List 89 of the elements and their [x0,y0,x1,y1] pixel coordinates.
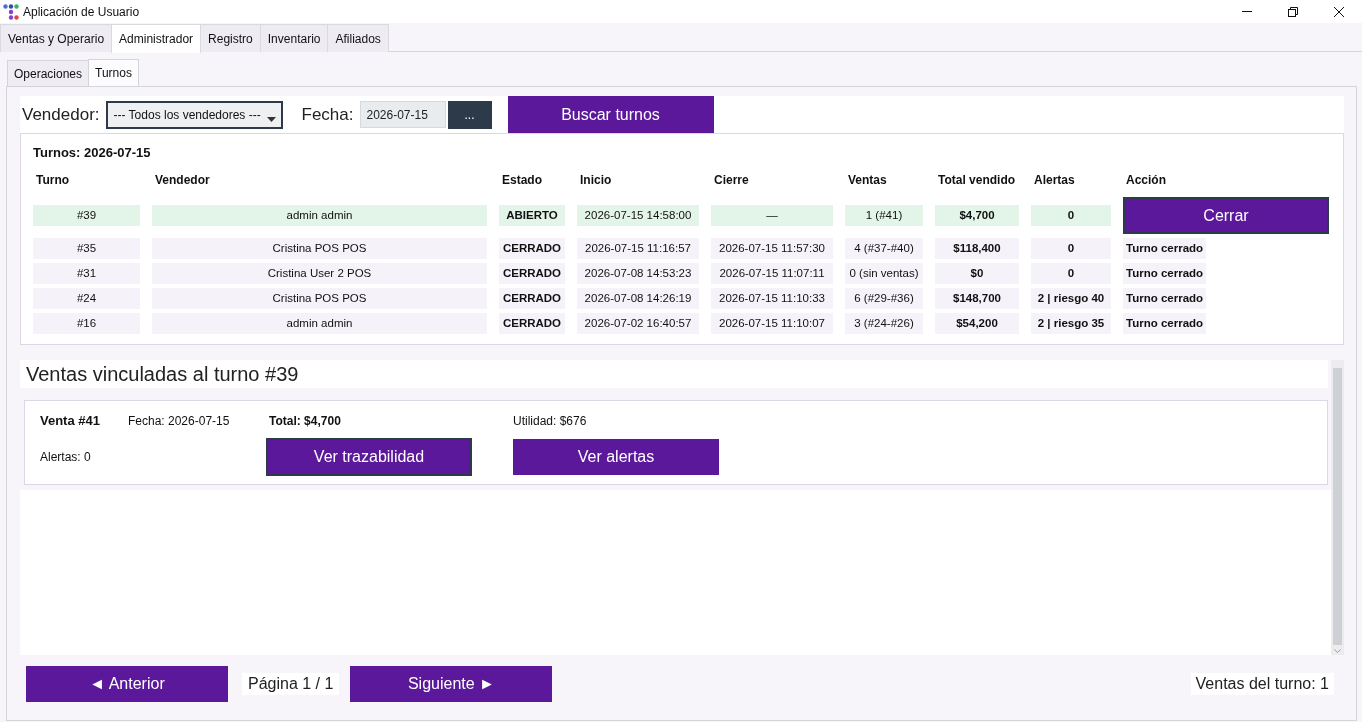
column-header: Cierre [713,172,750,188]
app-logo-icon [3,3,19,20]
table-cell: $148,700 [935,288,1019,309]
minimize-icon [1242,11,1252,12]
sales-count: Ventas del turno: 1 [1190,673,1334,695]
scrollbar[interactable] [1331,360,1344,655]
table-cell: #39 [33,205,140,226]
table-cell: CERRADO [499,313,565,334]
column-header: Ventas [847,172,888,188]
date-picker-button[interactable]: ... [447,100,492,129]
column-header: Inicio [579,172,613,188]
table-cell: 2026-07-15 11:07:11 [711,263,833,284]
tab[interactable]: Ventas y Operario [0,24,113,52]
sale-alerts: Alertas: 0 [40,449,92,466]
vendor-dropdown[interactable]: --- Todos los vendedores --- [105,100,283,129]
window-title: Aplicación de Usuario [23,3,140,21]
column-header: Alertas [1033,172,1076,188]
traceability-button[interactable]: Ver trazabilidad [266,438,472,476]
table-cell: 0 [1031,205,1111,226]
table-cell: $118,400 [935,238,1019,259]
table-cell: 2026-07-15 11:16:57 [577,238,699,259]
date-label: Fecha: [301,103,354,126]
table-cell: 4 (#37-#40) [845,238,923,259]
column-header: Acción [1125,172,1167,188]
table-cell: 6 (#29-#36) [845,288,923,309]
table-cell: 0 [1031,263,1111,284]
status-text: Turno cerrado [1123,288,1207,309]
table-cell: #35 [33,238,140,259]
table-cell: 2026-07-02 16:40:57 [577,313,699,334]
page-indicator: Página 1 / 1 [242,673,340,695]
scrollbar-thumb[interactable] [1333,368,1342,645]
close-shift-button[interactable]: Cerrar [1123,197,1329,234]
previous-button[interactable]: ◄ Anterior [26,666,228,702]
date-field[interactable]: 2026-07-15 [359,101,446,128]
table-cell: admin admin [152,205,487,226]
status-text: Turno cerrado [1123,313,1207,334]
table-cell: 2026-07-15 11:10:33 [711,288,833,309]
scroll-down-icon[interactable] [1334,649,1341,653]
table-cell: ABIERTO [499,205,565,226]
table-cell: admin admin [152,313,487,334]
table-cell: 0 (sin ventas) [845,263,923,284]
next-button[interactable]: Siguiente ► [350,666,553,702]
table-title: Turnos: 2026-07-15 [33,145,152,161]
sale-title: Venta #41 [40,412,101,430]
sale-profit: Utilidad: $676 [513,413,588,430]
column-header: Total vendido [937,172,1017,188]
table-cell: 0 [1031,238,1111,259]
caret-icon [266,116,276,122]
table-cell: $54,200 [935,313,1019,334]
table-cell: Cristina User 2 POS [152,263,487,284]
close-icon [1334,6,1344,17]
table-cell: 2026-07-15 11:57:30 [711,238,833,259]
tab[interactable]: Operaciones [7,60,90,86]
column-header: Turno [35,172,71,188]
tab[interactable]: Inventario [259,24,329,52]
column-header: Vendedor [154,172,211,188]
table-cell: 2026-07-08 14:26:19 [577,288,699,309]
table-cell: 2026-07-15 11:10:07 [711,313,833,334]
table-cell: Cristina POS POS [152,238,487,259]
table-cell: 2026-07-15 14:58:00 [577,205,699,226]
column-header: Estado [501,172,543,188]
table-cell: 2 | riesgo 35 [1031,313,1111,334]
search-button[interactable]: Buscar turnos [507,96,714,133]
restore-icon [1288,6,1298,17]
table-cell: #31 [33,263,140,284]
table-cell: — [711,205,833,226]
table-cell: 3 (#24-#26) [845,313,923,334]
table-cell: Cristina POS POS [152,288,487,309]
tab[interactable]: Administrador [111,24,202,53]
alerts-button[interactable]: Ver alertas [513,439,719,475]
table-cell: CERRADO [499,263,565,284]
table-cell: 2 | riesgo 40 [1031,288,1111,309]
table-cell: #24 [33,288,140,309]
table-cell: 2026-07-08 14:53:23 [577,263,699,284]
table-cell: CERRADO [499,288,565,309]
table-cell: $4,700 [935,205,1019,226]
table-cell: CERRADO [499,238,565,259]
tab[interactable]: Registro [200,24,261,52]
table-cell: $0 [935,263,1019,284]
status-text: Turno cerrado [1123,263,1207,284]
section-title: Ventas vinculadas al turno #39 [20,360,1328,388]
sale-date: Fecha: 2026-07-15 [128,413,231,430]
table-cell: 1 (#41) [845,205,923,226]
sale-total: Total: $4,700 [268,413,342,430]
tab[interactable]: Turnos [88,59,139,86]
vendor-label: Vendedor: [22,103,100,126]
tab[interactable]: Afiliados [327,24,389,52]
table-cell: #16 [33,313,140,334]
status-text: Turno cerrado [1123,238,1207,259]
